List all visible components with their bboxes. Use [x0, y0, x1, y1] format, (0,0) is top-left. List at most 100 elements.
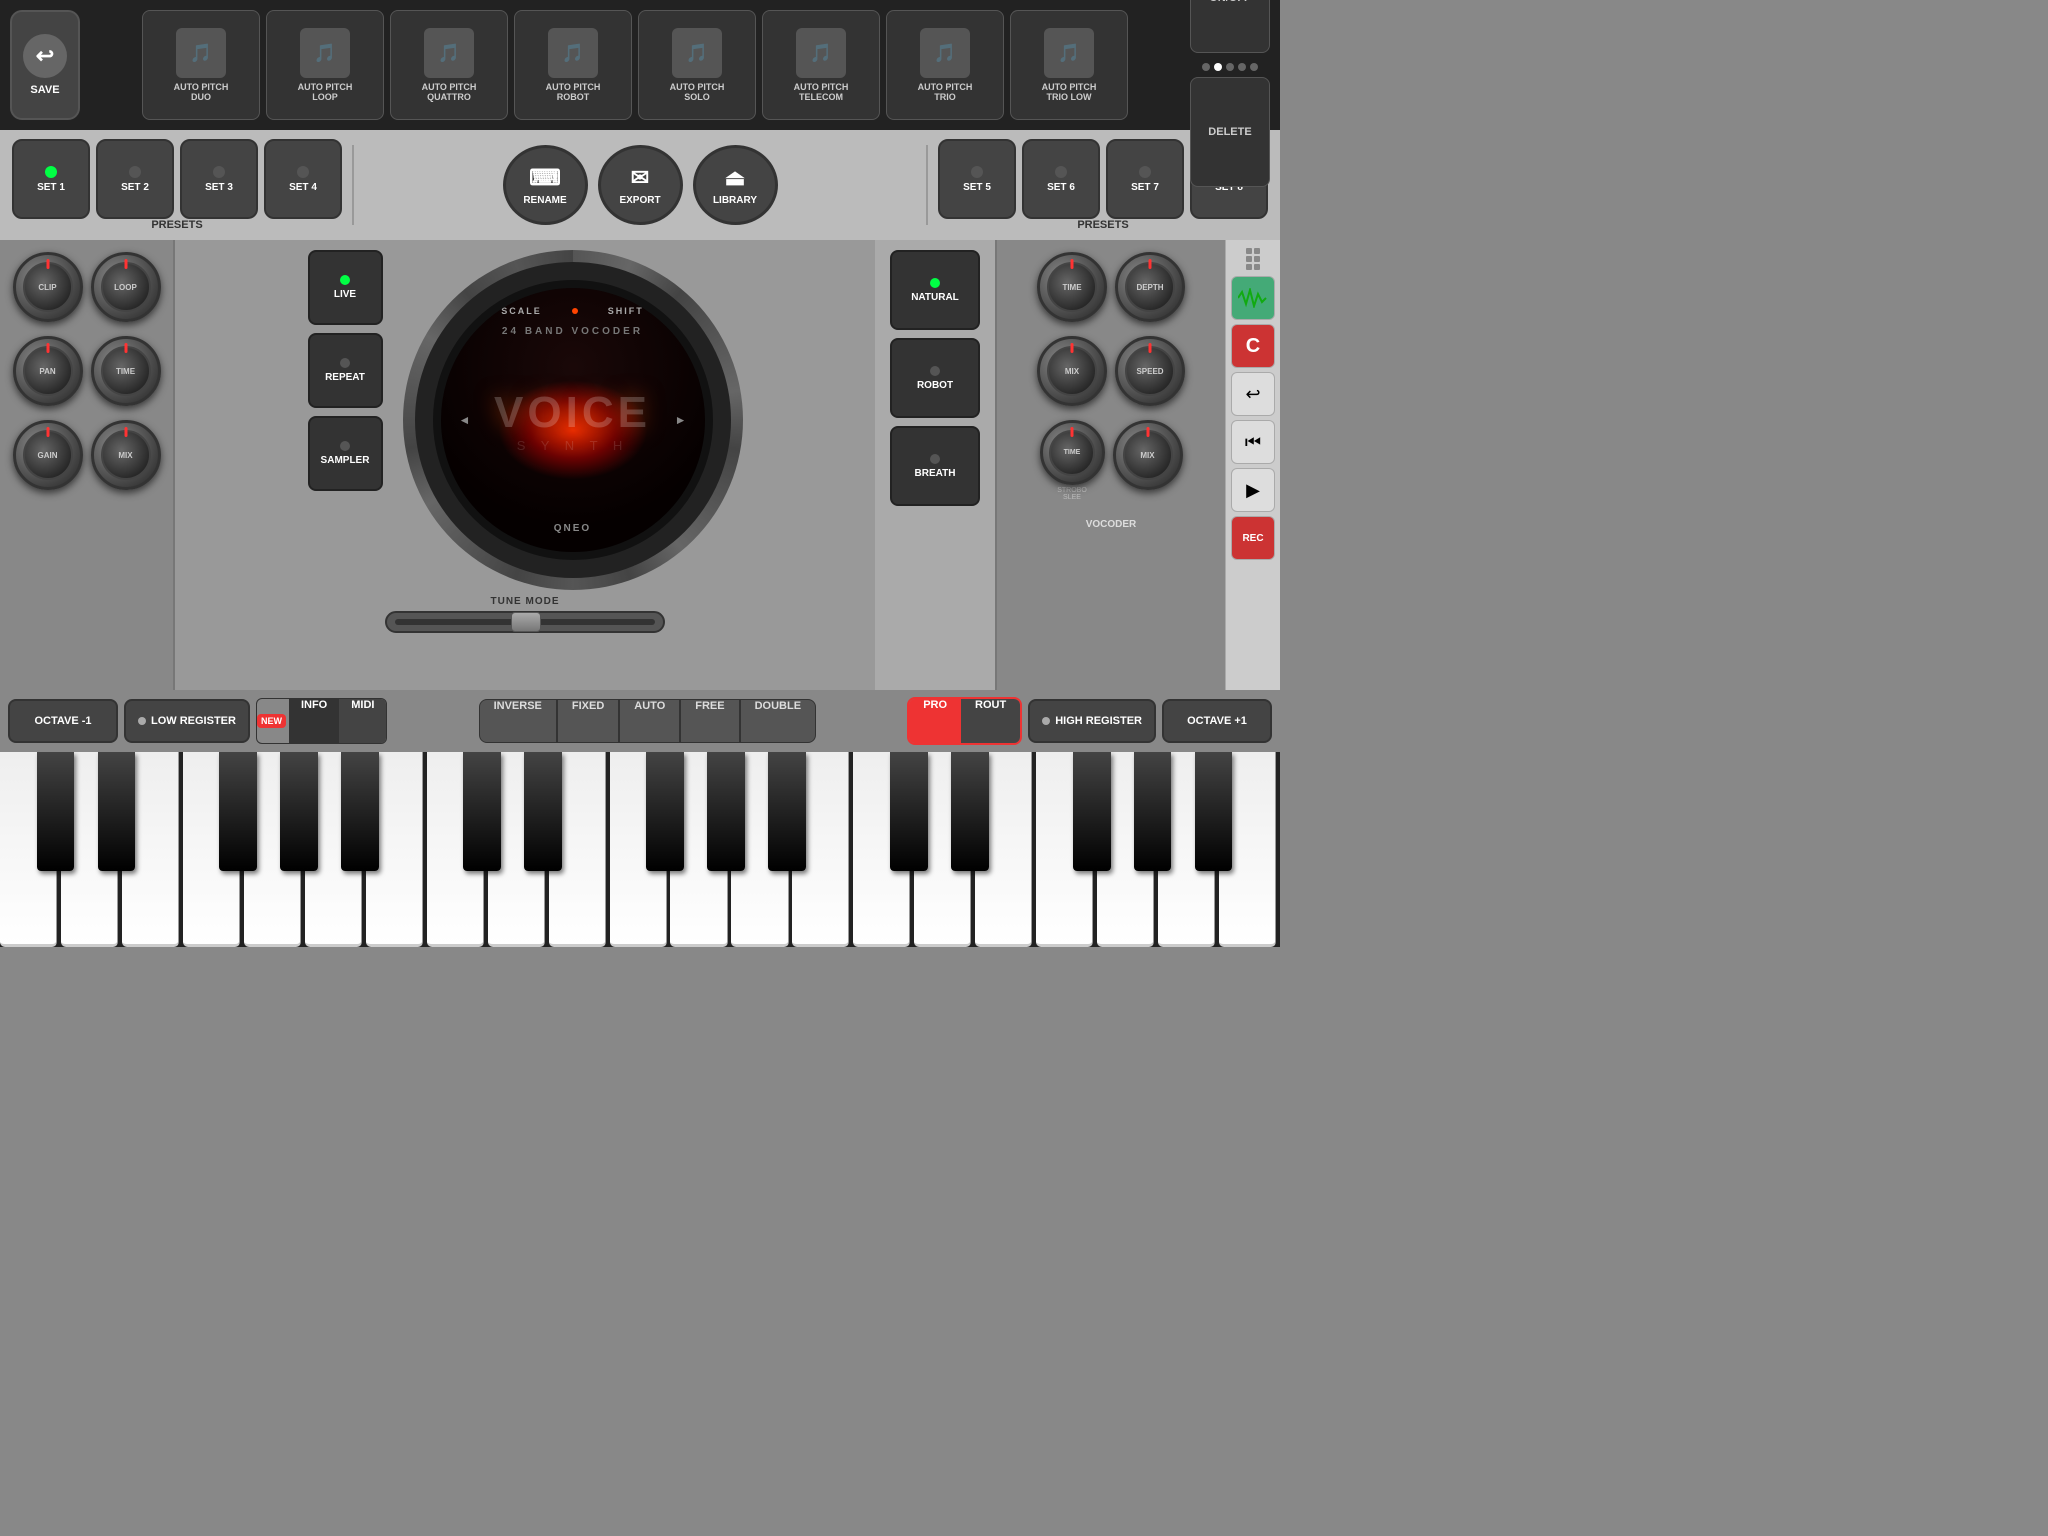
sampler-button[interactable]: SAMPLER [308, 416, 383, 491]
set4-button[interactable]: SET 4 [264, 139, 342, 219]
mix-vocoder-knob[interactable]: MIX [1113, 420, 1183, 490]
dot-grid-item [1246, 248, 1252, 254]
live-button[interactable]: LIVE [308, 250, 383, 325]
set1-button[interactable]: SET 1 [12, 139, 90, 219]
black-key[interactable] [98, 752, 136, 871]
time-left-knob[interactable]: TIME [91, 336, 161, 406]
speed-knob[interactable]: SPEED [1115, 336, 1185, 406]
preset-slot-6[interactable]: 🎵 AUTO PITCHTRIO [886, 10, 1004, 120]
export-button[interactable]: ✉ EXPORT [598, 145, 683, 225]
octave-plus-button[interactable]: OCTAVE +1 [1162, 699, 1272, 743]
natural-button[interactable]: NATURAL [890, 250, 980, 330]
black-key[interactable] [280, 752, 318, 871]
auto-button[interactable]: AUTO [619, 699, 680, 743]
free-button[interactable]: FREE [680, 699, 739, 743]
preset-label-5: AUTO PITCHTELECOM [794, 82, 849, 102]
set3-button[interactable]: SET 3 [180, 139, 258, 219]
pro-rout-group: PRO ROUT [907, 697, 1022, 745]
strob-label: STROBOSLEE [1057, 487, 1087, 501]
right-knob-row-1: TIME DEPTH [1005, 252, 1217, 322]
black-key[interactable] [1195, 752, 1233, 871]
pro-button[interactable]: PRO [909, 699, 961, 743]
rout-button[interactable]: ROUT [961, 699, 1020, 743]
info-button[interactable]: INFO [289, 699, 339, 743]
gain-knob[interactable]: GAIN [13, 420, 83, 490]
preset-icon-3: 🎵 [548, 28, 598, 78]
midi-button[interactable]: MIDI [339, 699, 386, 743]
preset-slot-3[interactable]: 🎵 AUTO PITCHROBOT [514, 10, 632, 120]
mix-left-knob[interactable]: MIX [91, 420, 161, 490]
skip-back-button[interactable]: ⏮ [1231, 420, 1275, 464]
fixed-button[interactable]: FIXED [557, 699, 619, 743]
natural-label: NATURAL [911, 292, 959, 303]
high-register-button[interactable]: HIGH REGISTER [1028, 699, 1156, 743]
time-right-inner: TIME [1047, 262, 1097, 312]
library-button[interactable]: ⏏ LIBRARY [693, 145, 778, 225]
rec-button[interactable]: REC [1231, 516, 1275, 560]
robot-button[interactable]: ROBOT [890, 338, 980, 418]
depth-label: DEPTH [1136, 283, 1163, 292]
depth-knob[interactable]: DEPTH [1115, 252, 1185, 322]
tune-slider[interactable] [385, 611, 665, 633]
preset-slot-0[interactable]: 🎵 AUTO PITCHDUO [142, 10, 260, 120]
repeat-button[interactable]: REPEAT [308, 333, 383, 408]
double-button[interactable]: DOUBLE [740, 699, 816, 743]
black-key[interactable] [707, 752, 745, 871]
knob-row-3: GAIN MIX [8, 420, 165, 490]
rename-button[interactable]: ⌨ RENAME [503, 145, 588, 225]
set6-button[interactable]: SET 6 [1022, 139, 1100, 219]
synth-text: S Y N T H [517, 438, 629, 453]
preset-slot-2[interactable]: 🎵 AUTO PITCHQUATTRO [390, 10, 508, 120]
back-button[interactable]: ↩ [1231, 372, 1275, 416]
black-key[interactable] [463, 752, 501, 871]
black-key[interactable] [219, 752, 257, 871]
clip-knob[interactable]: CLIP [13, 252, 83, 322]
loop-knob[interactable]: LOOP [91, 252, 161, 322]
pan-knob[interactable]: PAN [13, 336, 83, 406]
octave-minus-button[interactable]: OCTAVE -1 [8, 699, 118, 743]
free-label: FREE [695, 700, 724, 712]
black-key[interactable] [890, 752, 928, 871]
mix-vocoder-label: MIX [1140, 451, 1154, 460]
low-register-button[interactable]: LOW REGISTER [124, 699, 250, 743]
black-key[interactable] [1073, 752, 1111, 871]
play-button[interactable]: ▶ [1231, 468, 1275, 512]
vocoder-face: SCALE SHIFT ◄ ► 24 BAND VOCODER VOICE S … [433, 280, 713, 560]
black-key[interactable] [768, 752, 806, 871]
save-button[interactable]: ↩ SAVE [10, 10, 80, 120]
tune-mode-buttons: INVERSE FIXED AUTO FREE DOUBLE [393, 699, 901, 743]
set7-button[interactable]: SET 7 [1106, 139, 1184, 219]
set2-led [129, 166, 141, 178]
preset-icon-4: 🎵 [672, 28, 722, 78]
set5-led [971, 166, 983, 178]
arrow-left-icon: ◄ [459, 413, 471, 427]
set5-button[interactable]: SET 5 [938, 139, 1016, 219]
black-key[interactable] [341, 752, 379, 871]
black-key[interactable] [524, 752, 562, 871]
vocoder-display[interactable]: SCALE SHIFT ◄ ► 24 BAND VOCODER VOICE S … [403, 250, 743, 590]
time-knob-container: TIME [91, 336, 161, 406]
time-right-marker [1071, 259, 1074, 269]
inverse-button[interactable]: INVERSE [479, 699, 557, 743]
preset-slot-5[interactable]: 🎵 AUTO PITCHTELECOM [762, 10, 880, 120]
set2-button[interactable]: SET 2 [96, 139, 174, 219]
strob-time-knob[interactable]: TIME [1040, 420, 1105, 485]
loop-knob-inner: LOOP [101, 262, 151, 312]
breath-button[interactable]: BREATH [890, 426, 980, 506]
preset-slot-7[interactable]: 🎵 AUTO PITCHTRIO LOW [1010, 10, 1128, 120]
time-right-knob[interactable]: TIME [1037, 252, 1107, 322]
mix-right-knob[interactable]: MIX [1037, 336, 1107, 406]
delete-button[interactable]: DELETE [1190, 77, 1270, 187]
waveform-button[interactable] [1231, 276, 1275, 320]
new-badge-container: NEW [257, 699, 289, 743]
black-key[interactable] [37, 752, 75, 871]
preset-slot-1[interactable]: 🎵 AUTO PITCHLOOP [266, 10, 384, 120]
preset-slot-4[interactable]: 🎵 AUTO PITCHSOLO [638, 10, 756, 120]
black-key[interactable] [646, 752, 684, 871]
logo-button[interactable]: C [1231, 324, 1275, 368]
on-off-button[interactable]: ON/OFF [1190, 0, 1270, 53]
preset-icon-5: 🎵 [796, 28, 846, 78]
preset-icon-0: 🎵 [176, 28, 226, 78]
black-key[interactable] [1134, 752, 1172, 871]
black-key[interactable] [951, 752, 989, 871]
